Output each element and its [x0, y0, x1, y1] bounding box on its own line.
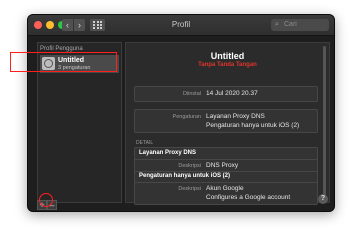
detail-desc-label: Deskripsi [178, 163, 201, 169]
detail-header: DETAIL [136, 140, 154, 146]
settings-label: Pengaturan [172, 114, 201, 120]
detail-desc-label: Deskripsi [178, 186, 201, 192]
search-icon: ⌕ [275, 21, 279, 28]
search-placeholder: Cari [284, 21, 297, 28]
detail-desc-value: Akun Google [206, 185, 244, 192]
forward-button[interactable]: › [74, 19, 85, 31]
detail-desc-value-2: Configures a Google account [206, 194, 291, 201]
profile-title: Untitled [210, 51, 245, 61]
installed-label: Diinstal [182, 91, 201, 97]
grid-icon[interactable] [90, 19, 105, 31]
back-button[interactable]: ‹ [62, 19, 73, 31]
settings-value-2: Pengaturan hanya untuk iOS (2) [206, 122, 300, 129]
minimize-window-button[interactable] [46, 21, 54, 29]
window-title: Profil [171, 20, 191, 29]
profiles-window: ‹ › Profil ⌕ Cari Profil Pengguna Untitl… [27, 14, 335, 212]
settings-value-1: Layanan Proxy DNS [206, 113, 265, 120]
installed-row: Diinstal 14 Jul 2020 20.37 [134, 86, 318, 102]
settings-summary: Pengaturan Layanan Proxy DNS Pengaturan … [134, 109, 318, 133]
profile-detail-pane: Untitled Tanpa Tanda Tangan Diinstal 14 … [125, 42, 330, 205]
highlight-remove-button [39, 193, 53, 207]
help-button[interactable]: ? [318, 194, 328, 204]
title-bar: ‹ › Profil ⌕ Cari [28, 15, 334, 36]
search-input[interactable]: ⌕ Cari [271, 19, 329, 31]
detail-desc-value: DNS Proxy [206, 162, 239, 169]
signature-status: Tanpa Tanda Tangan [198, 62, 257, 68]
detail-list: Layanan Proxy DNS Deskripsi DNS Proxy Pe… [134, 147, 318, 205]
detail-section-title: Layanan Proxy DNS [139, 150, 197, 156]
highlight-selected-profile [10, 52, 117, 72]
installed-value: 14 Jul 2020 20.37 [206, 90, 258, 97]
close-window-button[interactable] [34, 21, 42, 29]
detail-section-title: Pengaturan hanya untuk iOS (2) [139, 173, 231, 179]
scrollbar[interactable] [323, 46, 326, 196]
